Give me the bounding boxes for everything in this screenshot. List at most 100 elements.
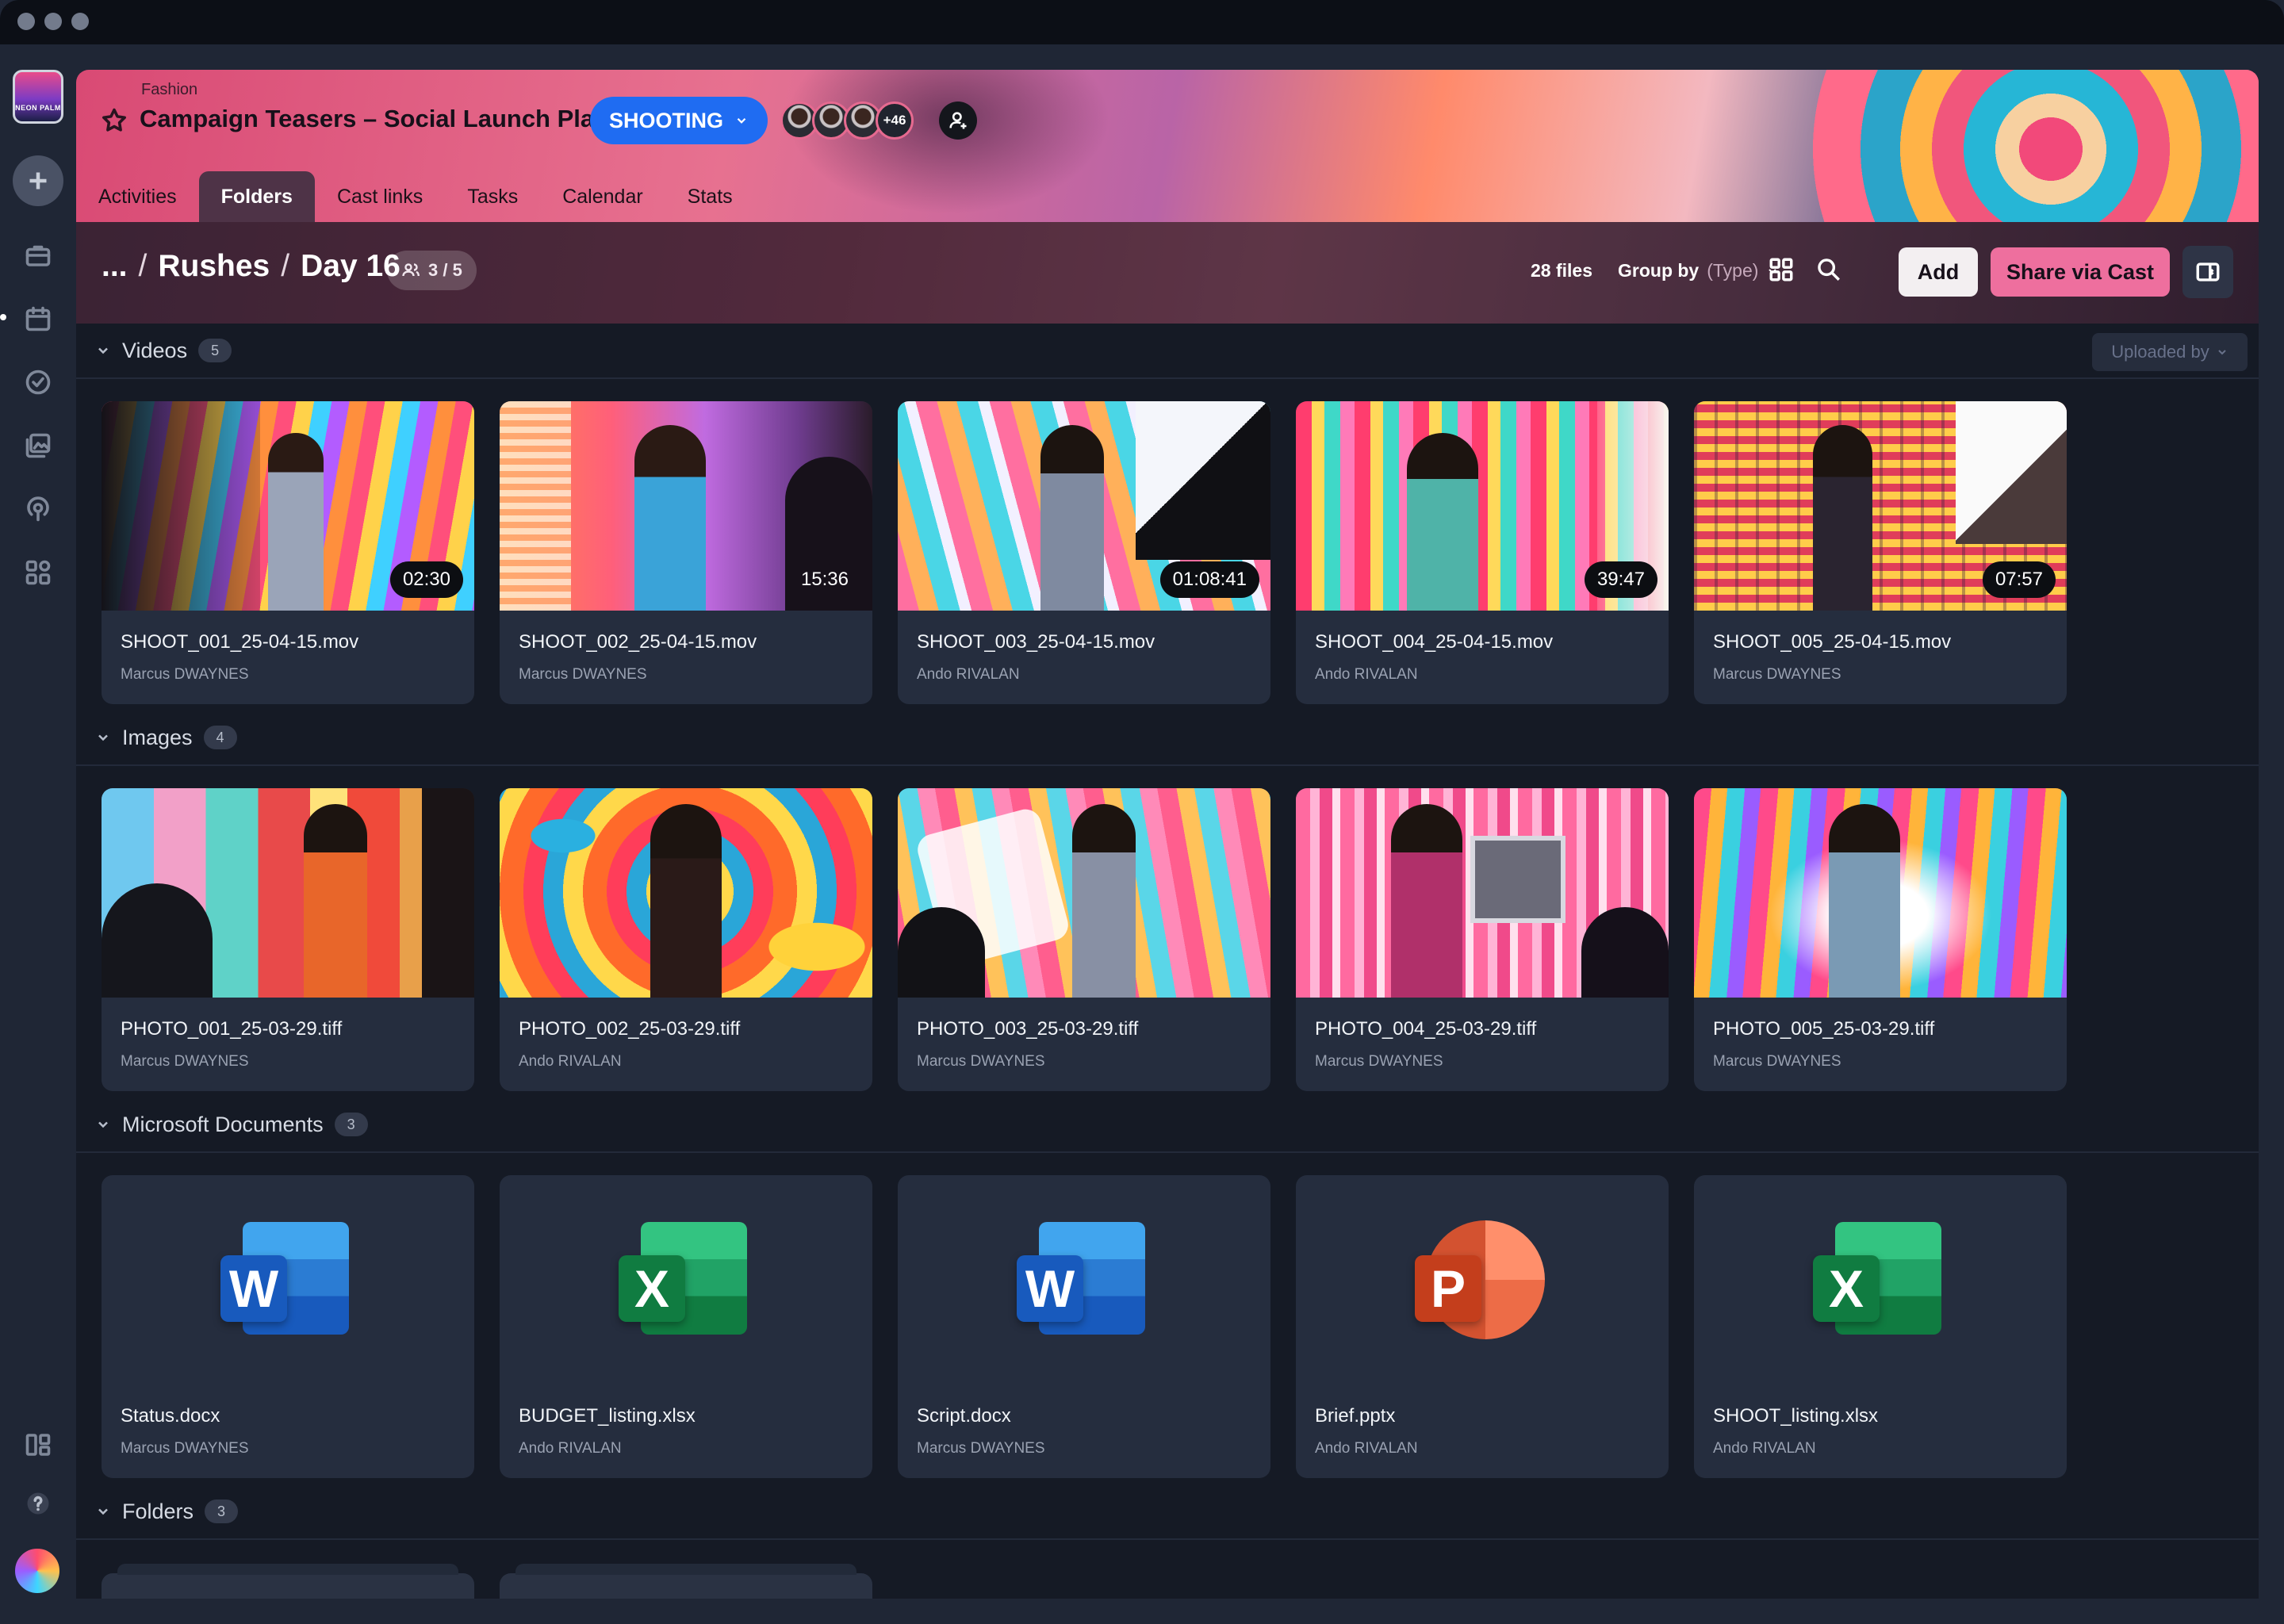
help-icon — [27, 1492, 49, 1515]
status-dropdown[interactable]: SHOOTING — [590, 97, 768, 144]
section-count: 5 — [198, 339, 232, 362]
grid-view-button[interactable] — [1765, 254, 1797, 285]
rail-cast-button[interactable] — [16, 487, 60, 531]
tab-stats[interactable]: Stats — [665, 171, 755, 222]
section-divider — [76, 1538, 2259, 1540]
rail-tasks-button[interactable] — [16, 360, 60, 404]
folder-access-badge[interactable]: 3 / 5 — [387, 251, 477, 290]
gallery-icon — [25, 433, 51, 458]
calendar-icon — [25, 306, 51, 331]
document-card[interactable]: X BUDGET_listing.xlsx Ando RIVALAN — [500, 1175, 872, 1478]
image-thumbnail — [1296, 788, 1669, 998]
check-circle-icon — [25, 370, 51, 395]
file-owner: Marcus DWAYNES — [1315, 1053, 1443, 1070]
window-close-dot[interactable] — [17, 13, 35, 30]
invite-member-button[interactable] — [939, 102, 977, 140]
video-card[interactable]: 01:08:41 SHOOT_003_25-04-15.mov Ando RIV… — [898, 401, 1270, 704]
rail-apps-button[interactable] — [16, 550, 60, 595]
breadcrumb-separator: / — [281, 249, 290, 283]
tab-tasks[interactable]: Tasks — [445, 171, 540, 222]
workspace-logo[interactable]: NEON PALM — [13, 70, 63, 124]
video-card[interactable]: 07:57 SHOOT_005_25-04-15.mov Marcus DWAY… — [1694, 401, 2067, 704]
chevron-down-icon — [98, 1121, 108, 1128]
document-card[interactable]: X SHOOT_listing.xlsx Ando RIVALAN — [1694, 1175, 2067, 1478]
file-count: 28 files — [1531, 260, 1592, 281]
chevron-down-icon — [737, 117, 746, 124]
project-tabs: Activities Folders Cast links Tasks Cale… — [76, 171, 755, 222]
section-divider — [76, 1151, 2259, 1153]
search-button[interactable] — [1813, 254, 1845, 285]
uploaded-by-label: Uploaded by — [2111, 342, 2209, 362]
add-button[interactable]: Add — [1899, 247, 1978, 297]
document-card[interactable]: W Status.docx Marcus DWAYNES — [102, 1175, 474, 1478]
file-name: SHOOT_005_25-04-15.mov — [1713, 631, 1952, 653]
folders-section-header[interactable]: Folders 3 — [95, 1496, 239, 1527]
access-count: 3 / 5 — [428, 260, 462, 280]
document-thumbnail: X — [500, 1175, 872, 1385]
user-avatar[interactable] — [13, 1546, 62, 1595]
create-button[interactable] — [13, 155, 63, 206]
window-titlebar — [0, 0, 2284, 44]
breadcrumb-parent[interactable]: Rushes — [158, 249, 270, 284]
image-card[interactable]: PHOTO_003_25-03-29.tiff Marcus DWAYNES — [898, 788, 1270, 1091]
file-owner: Marcus DWAYNES — [917, 1440, 1045, 1457]
tab-calendar[interactable]: Calendar — [540, 171, 665, 222]
video-card[interactable]: 02:30 SHOOT_001_25-04-15.mov Marcus DWAY… — [102, 401, 474, 704]
section-count: 3 — [334, 1113, 368, 1136]
file-name: Brief.pptx — [1315, 1405, 1396, 1427]
breadcrumb-current: Day 16 — [301, 249, 400, 283]
favorite-star-button[interactable] — [100, 106, 128, 135]
file-name: SHOOT_001_25-04-15.mov — [121, 631, 359, 653]
window-minimize-dot[interactable] — [44, 13, 62, 30]
video-duration: 15:36 — [800, 569, 849, 590]
rail-calendar-button[interactable] — [16, 297, 60, 341]
folder-card[interactable] — [102, 1564, 474, 1599]
file-name: PHOTO_005_25-03-29.tiff — [1713, 1018, 1935, 1040]
rail-projects-button[interactable] — [16, 233, 60, 278]
rail-active-indicator — [0, 314, 6, 320]
image-card[interactable]: PHOTO_004_25-03-29.tiff Marcus DWAYNES — [1296, 788, 1669, 1091]
project-members[interactable]: +46 — [780, 102, 914, 140]
tab-folders[interactable]: Folders — [198, 171, 315, 222]
image-card[interactable]: PHOTO_005_25-03-29.tiff Marcus DWAYNES — [1694, 788, 2067, 1091]
video-card[interactable]: 15:36 SHOOT_002_25-04-15.mov Marcus DWAY… — [500, 401, 872, 704]
group-by-dropdown[interactable]: Group by (Type) — [1618, 260, 1779, 282]
doc-letter: W — [1017, 1255, 1083, 1322]
image-card[interactable]: PHOTO_001_25-03-29.tiff Marcus DWAYNES — [102, 788, 474, 1091]
layout-columns-icon — [25, 1434, 51, 1456]
file-name: Status.docx — [121, 1405, 220, 1427]
apps-grid-icon — [25, 560, 51, 585]
file-name: PHOTO_002_25-03-29.tiff — [519, 1018, 741, 1040]
documents-section-header[interactable]: Microsoft Documents 3 — [95, 1109, 368, 1140]
tab-cast-links[interactable]: Cast links — [315, 171, 445, 222]
videos-grid: 02:30 SHOOT_001_25-04-15.mov Marcus DWAY… — [102, 401, 2067, 704]
add-user-icon — [949, 112, 967, 129]
video-thumbnail: 02:30 — [102, 401, 474, 611]
toggle-side-panel-button[interactable] — [2182, 246, 2233, 298]
rail-help-button[interactable] — [16, 1481, 60, 1526]
file-owner: Marcus DWAYNES — [1713, 666, 1841, 683]
document-card[interactable]: P Brief.pptx Ando RIVALAN — [1296, 1175, 1669, 1478]
window-maximize-dot[interactable] — [71, 13, 89, 30]
tab-activities[interactable]: Activities — [76, 171, 199, 222]
breadcrumb-root[interactable]: ... — [102, 249, 128, 284]
more-members-badge[interactable]: +46 — [876, 102, 914, 140]
image-card[interactable]: PHOTO_002_25-03-29.tiff Ando RIVALAN — [500, 788, 872, 1091]
video-card[interactable]: 39:47 SHOOT_004_25-04-15.mov Ando RIVALA… — [1296, 401, 1669, 704]
folder-card[interactable] — [500, 1564, 872, 1599]
videos-section-header[interactable]: Videos 5 — [95, 335, 232, 366]
rail-layout-button[interactable] — [16, 1423, 60, 1467]
doc-letter: P — [1415, 1255, 1481, 1322]
briefcase-icon — [25, 245, 51, 266]
video-thumbnail: 39:47 — [1296, 401, 1669, 611]
file-owner: Marcus DWAYNES — [519, 666, 647, 683]
share-via-cast-button[interactable]: Share via Cast — [1991, 247, 2170, 297]
uploaded-by-filter[interactable]: Uploaded by — [2092, 333, 2248, 371]
document-card[interactable]: W Script.docx Marcus DWAYNES — [898, 1175, 1270, 1478]
file-owner: Ando RIVALAN — [1315, 1440, 1418, 1457]
document-thumbnail: X — [1694, 1175, 2067, 1385]
file-owner: Marcus DWAYNES — [121, 666, 249, 683]
images-section-header[interactable]: Images 4 — [95, 722, 237, 753]
video-duration: 01:08:41 — [1159, 561, 1259, 598]
rail-media-button[interactable] — [16, 423, 60, 468]
